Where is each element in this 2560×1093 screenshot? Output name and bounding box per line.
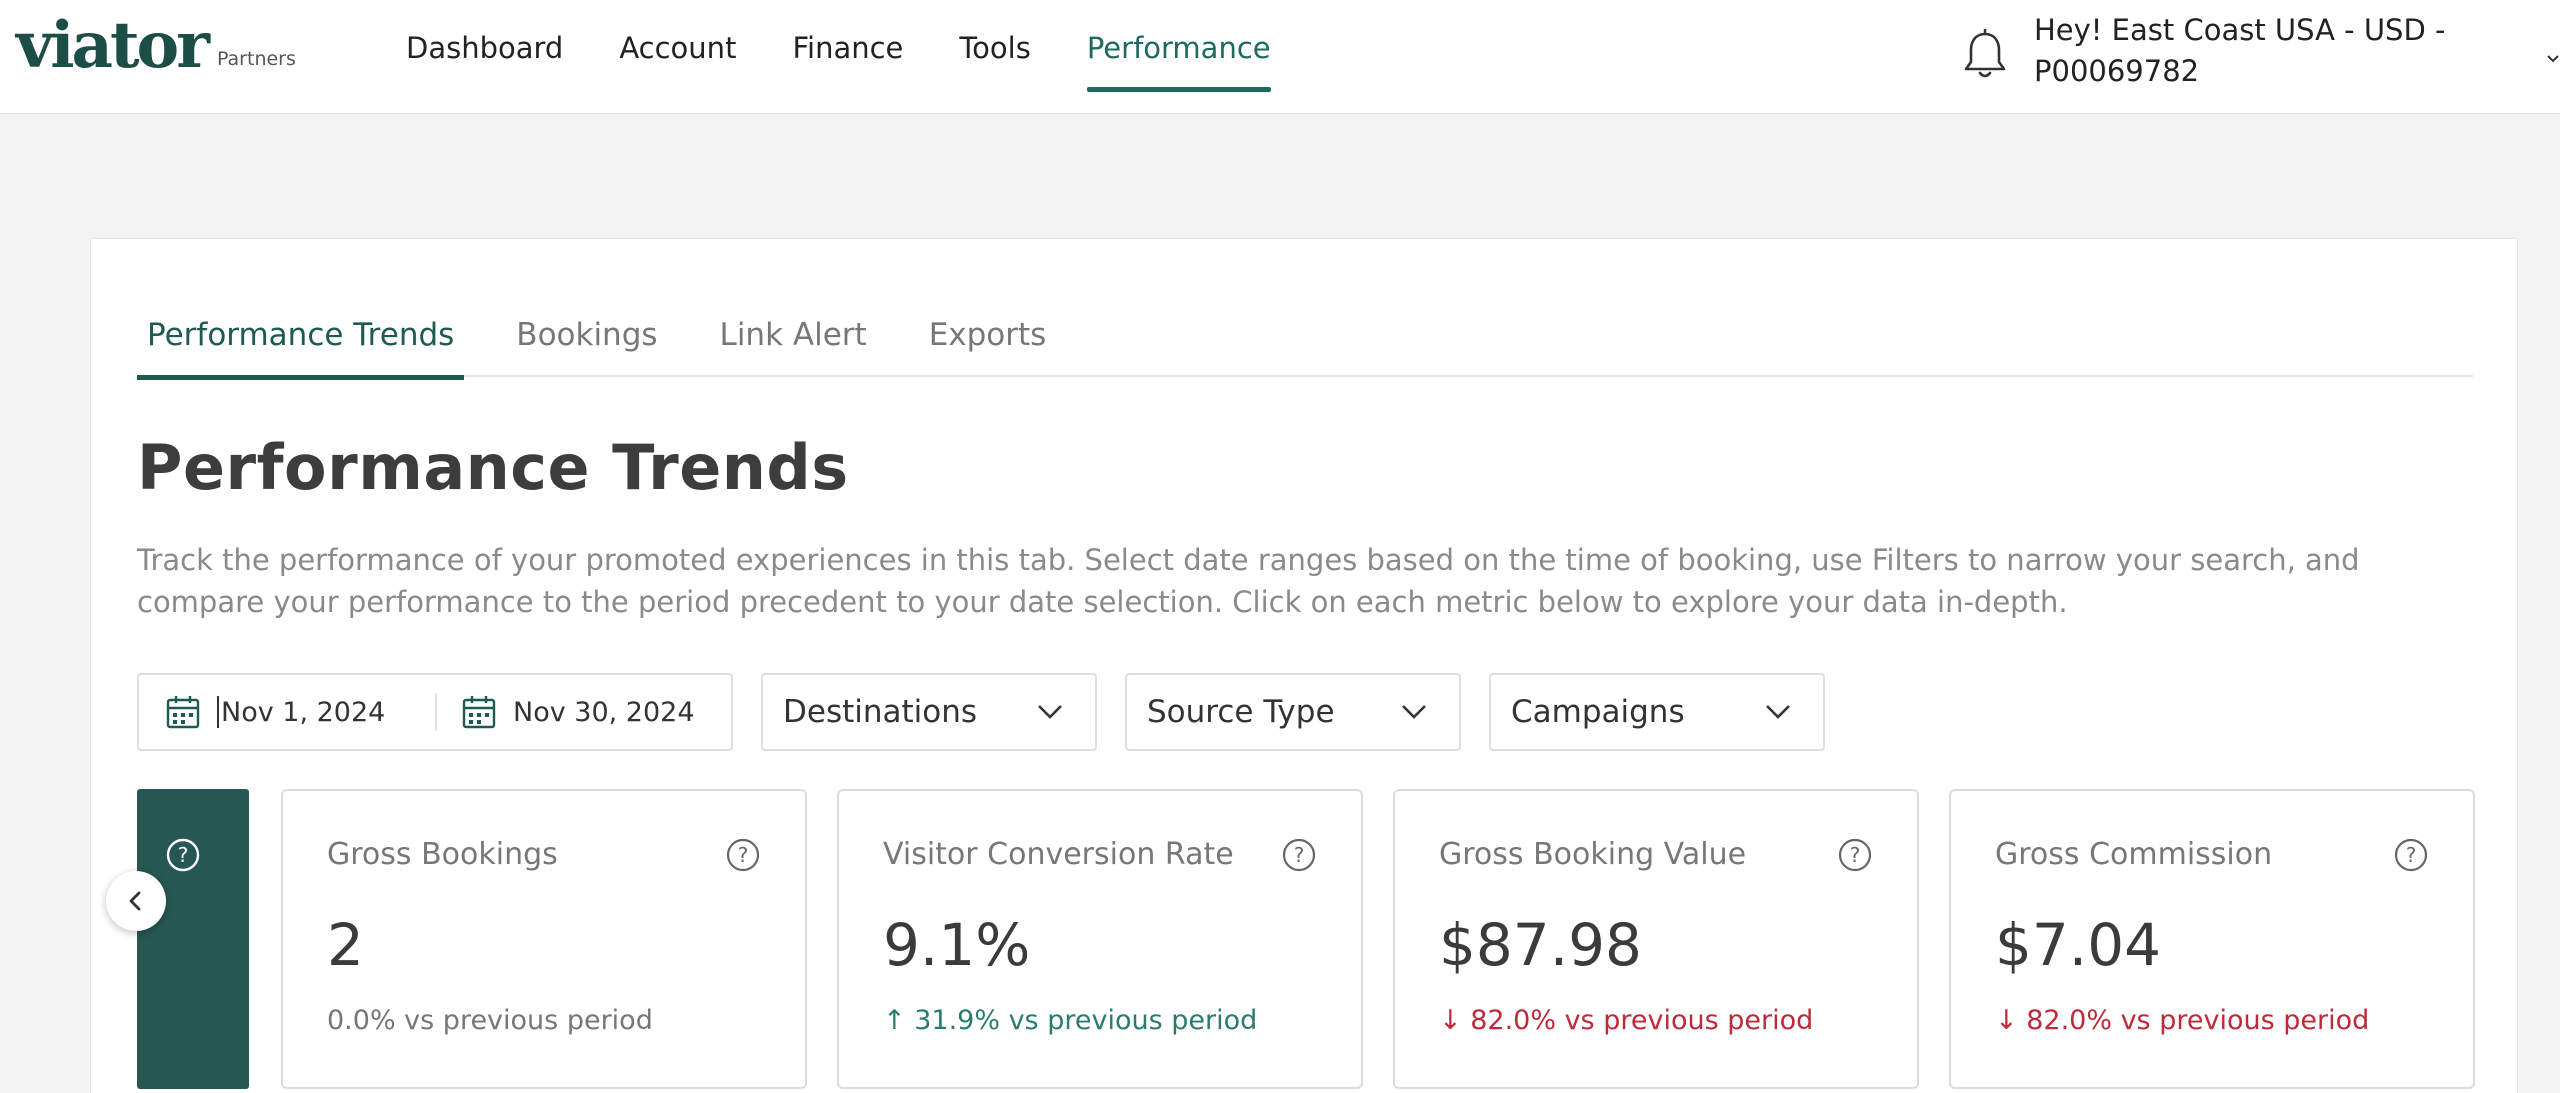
chevron-left-icon [129, 891, 141, 911]
metric-change: ↓ 82.0% vs previous period [1995, 1005, 2369, 1036]
nav-account[interactable]: Account [619, 0, 736, 96]
metric-label: Visitor Conversion Rate [883, 837, 1234, 872]
metric-label: Gross Booking Value [1439, 837, 1747, 872]
chevron-down-icon[interactable] [2546, 52, 2560, 66]
nav-dashboard[interactable]: Dashboard [406, 0, 563, 96]
viator-logo[interactable]: viator Partners [16, 14, 296, 78]
metric-value: $87.98 [1439, 911, 1642, 979]
metric-tile-gross-commission[interactable]: Gross Commission ? $7.04 ↓ 82.0% vs prev… [1949, 789, 2475, 1089]
chevron-down-icon [1402, 705, 1426, 719]
source-type-dropdown[interactable]: Source Type [1125, 673, 1461, 751]
start-date-field[interactable]: Nov 1, 2024 [165, 675, 385, 749]
calendar-icon [166, 696, 200, 729]
arrow-up-icon: ↑ [883, 1005, 915, 1036]
chevron-down-icon [1766, 705, 1790, 719]
tab-performance-trends[interactable]: Performance Trends [137, 305, 465, 380]
bell-icon[interactable] [1962, 28, 2008, 82]
svg-text:?: ? [1850, 843, 1861, 867]
metric-change: 0.0% vs previous period [327, 1005, 653, 1036]
nav-tools[interactable]: Tools [959, 0, 1030, 96]
nav-finance[interactable]: Finance [792, 0, 903, 96]
svg-text:?: ? [738, 843, 749, 867]
text-cursor [217, 696, 219, 728]
logo-wordmark: viator [16, 8, 210, 83]
metric-change-text: 82.0% vs previous period [2026, 1005, 2370, 1036]
date-separator [435, 693, 437, 731]
metric-change: ↑ 31.9% vs previous period [883, 1005, 1257, 1036]
end-date-value: Nov 30, 2024 [513, 696, 695, 728]
metric-tile-visitor-conversion-rate[interactable]: Visitor Conversion Rate ? 9.1% ↑ 31.9% v… [837, 789, 1363, 1089]
metric-tile-gross-booking-value[interactable]: Gross Booking Value ? $87.98 ↓ 82.0% vs … [1393, 789, 1919, 1089]
tab-bookings[interactable]: Bookings [516, 305, 657, 377]
account-menu[interactable]: Hey! East Coast USA - USD - P00069782 [2034, 10, 2504, 92]
nav-performance[interactable]: Performance [1086, 0, 1271, 96]
end-date-field[interactable]: Nov 30, 2024 [461, 675, 695, 749]
metric-tile-selected[interactable]: ? [137, 789, 249, 1089]
tab-exports[interactable]: Exports [929, 305, 1047, 377]
campaigns-label: Campaigns [1511, 694, 1685, 730]
main-card: Performance Trends Bookings Link Alert E… [90, 238, 2518, 1093]
campaigns-dropdown[interactable]: Campaigns [1489, 673, 1825, 751]
carousel-prev-button[interactable] [106, 871, 166, 931]
help-icon[interactable]: ? [165, 837, 201, 873]
subtab-bar: Performance Trends Bookings Link Alert E… [137, 305, 2473, 380]
arrow-down-icon: ↓ [1995, 1005, 2027, 1036]
metric-change-text: 82.0% vs previous period [1470, 1005, 1814, 1036]
tab-link-alert[interactable]: Link Alert [720, 305, 867, 377]
page-title: Performance Trends [137, 431, 849, 504]
metric-value: 9.1% [883, 911, 1031, 979]
start-date-value: Nov 1, 2024 [221, 696, 386, 728]
help-icon[interactable]: ? [1837, 837, 1873, 873]
metric-label: Gross Bookings [327, 837, 558, 872]
logo-subtitle: Partners [216, 48, 296, 70]
metric-value: $7.04 [1995, 911, 2162, 979]
help-icon[interactable]: ? [1281, 837, 1317, 873]
destinations-dropdown[interactable]: Destinations [761, 673, 1097, 751]
source-type-label: Source Type [1147, 694, 1335, 730]
metric-value: 2 [327, 911, 364, 979]
help-icon[interactable]: ? [2393, 837, 2429, 873]
top-navbar: viator Partners Dashboard Account Financ… [0, 0, 2560, 114]
help-icon[interactable]: ? [725, 837, 761, 873]
metric-tile-gross-bookings[interactable]: Gross Bookings ? 2 0.0% vs previous peri… [281, 789, 807, 1089]
svg-text:?: ? [1294, 843, 1305, 867]
destinations-label: Destinations [783, 694, 978, 730]
chevron-down-icon [1038, 705, 1062, 719]
svg-text:?: ? [178, 843, 189, 867]
calendar-icon [462, 696, 496, 729]
main-nav: Dashboard Account Finance Tools Performa… [406, 0, 1327, 114]
arrow-down-icon: ↓ [1439, 1005, 1471, 1036]
date-range-picker[interactable]: Nov 1, 2024 Nov 30, 2024 [137, 673, 733, 751]
metric-label: Gross Commission [1995, 837, 2273, 872]
page-description: Track the performance of your promoted e… [137, 543, 2360, 619]
metric-change: ↓ 82.0% vs previous period [1439, 1005, 1813, 1036]
svg-text:?: ? [2406, 843, 2417, 867]
metric-change-text: 31.9% vs previous period [914, 1005, 1258, 1036]
